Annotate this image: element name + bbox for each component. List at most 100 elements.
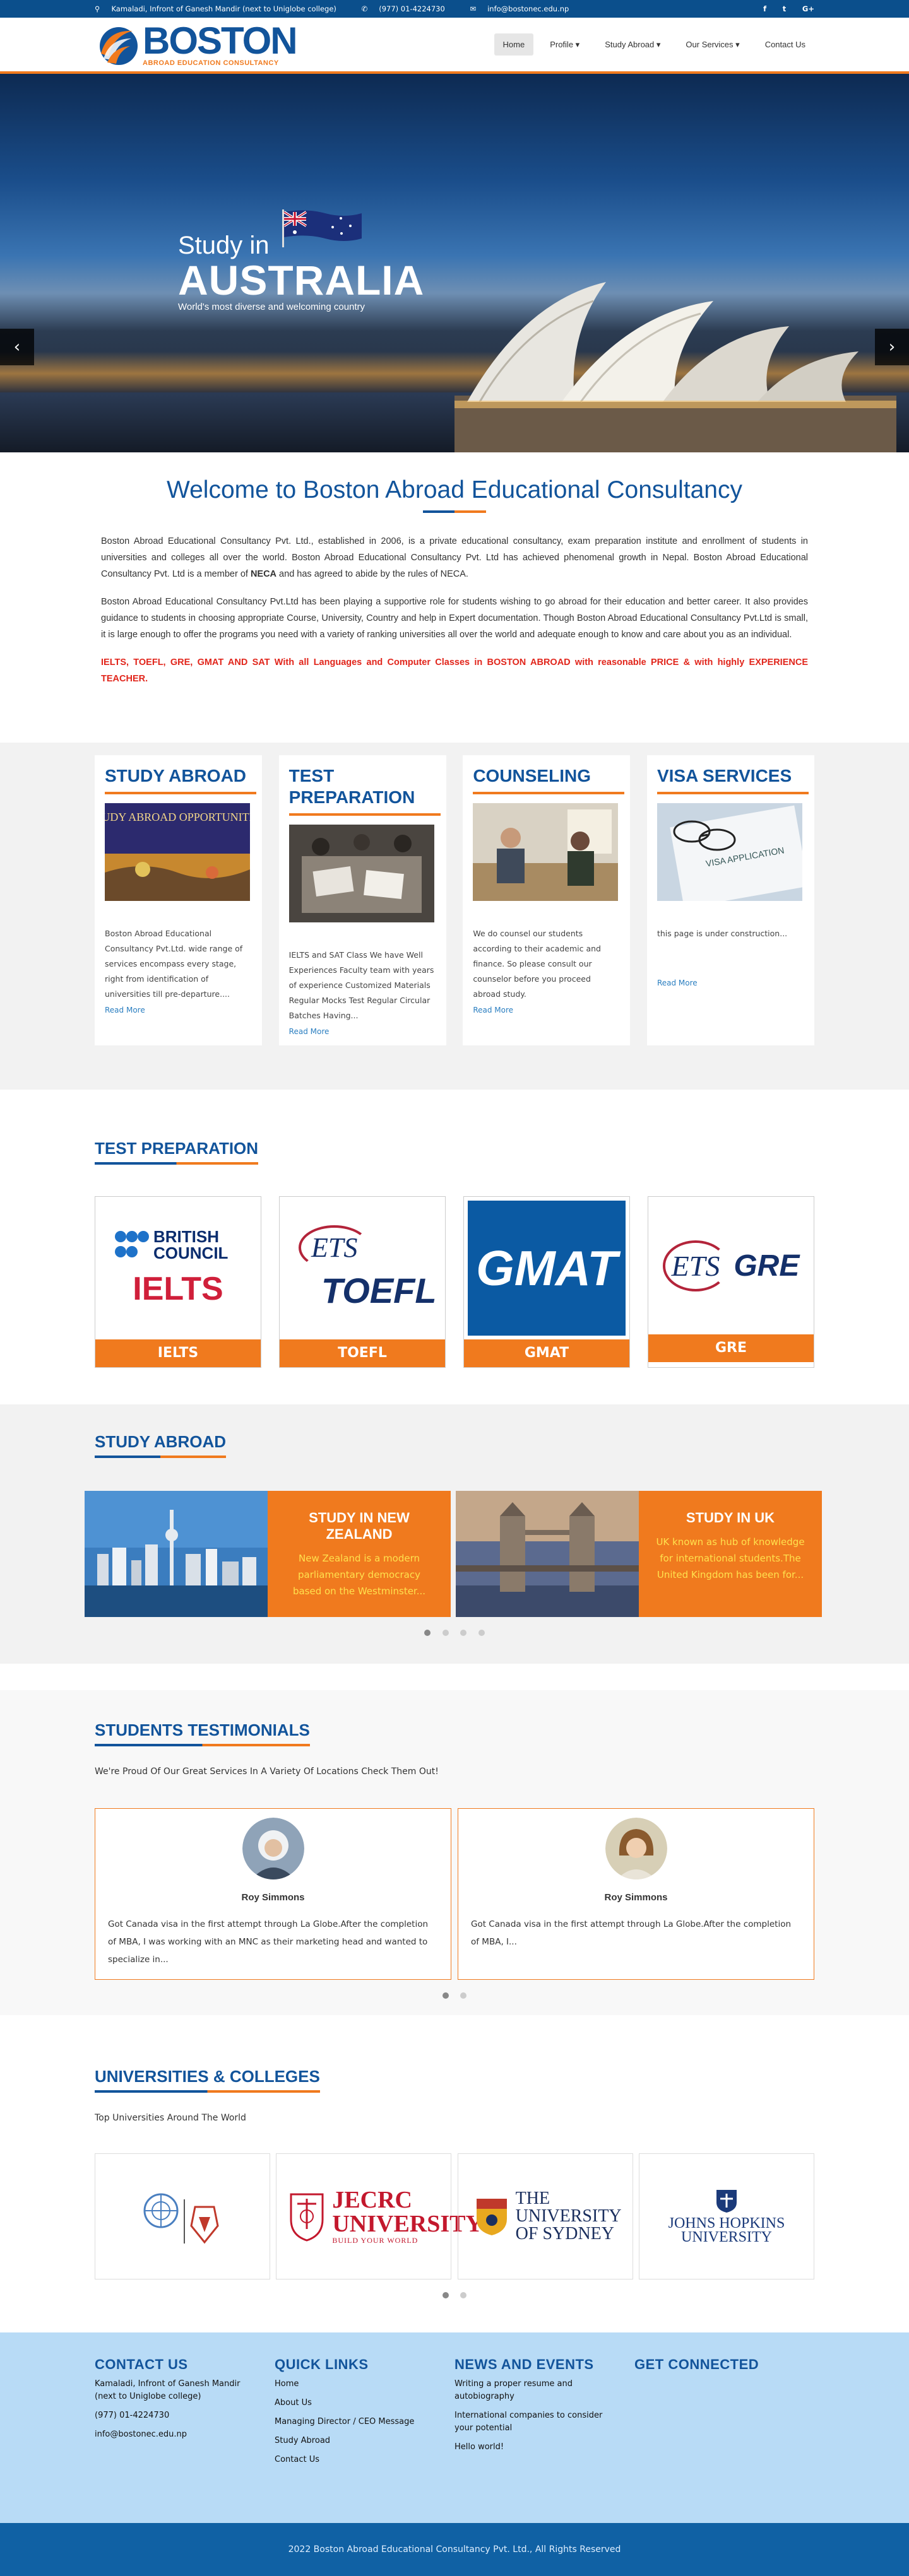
nav-our-services[interactable]: Our Services ▾ — [677, 33, 748, 56]
test-preparation-image — [288, 825, 434, 922]
news-item[interactable]: Hello world! — [454, 2441, 617, 2454]
news-item[interactable]: Writing a proper resume and autobiograph… — [454, 2378, 617, 2403]
twitter-icon[interactable]: t — [783, 4, 787, 13]
social-links: f t G+ — [749, 4, 814, 13]
avatar — [605, 1818, 667, 1879]
university-logo-johns-hopkins[interactable]: JOHNS HOPKINS UNIVERSITY — [638, 2153, 814, 2279]
test-card-gmat[interactable]: GMAT GMAT — [463, 1196, 630, 1368]
news-item[interactable]: International companies to consider your… — [454, 2409, 617, 2435]
toefl-logo-text: TOEFL — [321, 1271, 437, 1310]
gre-logo: ETS GRE — [648, 1197, 814, 1334]
country-title: STUDY IN NEW ZEALAND — [309, 1510, 410, 1542]
study-abroad-title: STUDY ABROAD — [95, 1432, 227, 1458]
welcome-title: Welcome to Boston Abroad Educational Con… — [167, 476, 742, 503]
nav-profile[interactable]: Profile ▾ — [541, 33, 588, 56]
title-divider — [423, 510, 486, 513]
opera-house-image — [454, 282, 896, 452]
site-logo[interactable]: BOSTON ABROAD EDUCATION CONSULTANCY — [95, 19, 298, 68]
footer-address: Kamaladi, Infront of Ganesh Mandir (next… — [95, 2379, 241, 2401]
footer-news-title: NEWS AND EVENTS — [454, 2356, 594, 2372]
nav-home[interactable]: Home — [494, 33, 534, 56]
email-info[interactable]: ✉ info@bostonec.edu.np — [470, 4, 580, 13]
carousel-dots — [95, 2291, 814, 2301]
phone-text: (977) 01-4224730 — [379, 4, 445, 13]
country-card-new-zealand[interactable]: STUDY IN NEW ZEALAND New Zealand is a mo… — [85, 1491, 451, 1617]
carousel-dot[interactable] — [460, 2292, 467, 2298]
counseling-image — [473, 803, 619, 901]
carousel-dot[interactable] — [442, 1992, 449, 1999]
service-text: Boston Abroad Educational Consultancy Pv… — [105, 929, 243, 999]
test-card-gre[interactable]: ETS GRE GRE — [648, 1196, 814, 1368]
welcome-paragraph-1: Boston Abroad Educational Consultancy Pv… — [101, 533, 808, 582]
service-card-test-preparation: TEST PREPARATION IELTS and SAT Class We … — [278, 755, 446, 1045]
footer-link-contact[interactable]: Contact Us — [275, 2454, 437, 2466]
logo-name: BOSTON — [143, 19, 298, 62]
university-logo-sydney[interactable]: THE UNIVERSITY OF SYDNEY — [457, 2153, 633, 2279]
nav-study-abroad[interactable]: Study Abroad ▾ — [596, 33, 669, 56]
testimonial-text: Got Canada visa in the first attempt thr… — [108, 1919, 429, 1965]
university-logo-1[interactable] — [95, 2153, 270, 2279]
test-preparation-section: TEST PREPARATION BRITISH COUNCIL IELTS I… — [0, 1090, 909, 1404]
service-card-study-abroad: STUDY ABROAD STUDY ABROAD OPPORTUNITIES … — [88, 755, 266, 1045]
slider-prev-button[interactable]: ‹ — [0, 329, 34, 365]
envelope-icon: ✉ — [470, 4, 477, 13]
footer-link-about[interactable]: About Us — [275, 2397, 437, 2409]
avatar — [242, 1818, 304, 1879]
country-text: New Zealand is a modern parliamentary de… — [292, 1553, 426, 1597]
phone-info[interactable]: ✆ (977) 01-4224730 — [362, 4, 456, 13]
carousel-dots — [95, 1991, 814, 2001]
welcome-paragraph-2: Boston Abroad Educational Consultancy Pv… — [101, 597, 808, 640]
test-card-ielts[interactable]: BRITISH COUNCIL IELTS IELTS — [95, 1196, 261, 1368]
testimonial-name: Roy Simmons — [241, 1892, 305, 1903]
read-more-link[interactable]: Read More — [289, 1027, 330, 1036]
read-more-link[interactable]: Read More — [105, 1006, 145, 1015]
university-emblem-icon — [143, 2193, 219, 2244]
email-text: info@bostonec.edu.np — [487, 4, 569, 13]
footer-link-ceo-message[interactable]: Managing Director / CEO Message — [275, 2416, 437, 2428]
test-label: TOEFL — [280, 1339, 445, 1367]
jecrc-crest-icon — [290, 2193, 324, 2242]
service-divider — [288, 813, 441, 816]
footer-link-home[interactable]: Home — [275, 2378, 437, 2391]
study-abroad-section: STUDY ABROAD STUDY IN NEW ZEALAND New Ze… — [0, 1404, 909, 1664]
welcome-highlight: IELTS, TOEFL, GRE, GMAT AND SAT With all… — [101, 657, 808, 684]
carousel-dot[interactable] — [442, 2292, 449, 2298]
footer-email[interactable]: info@bostonec.edu.np — [95, 2428, 257, 2441]
university-logo-jecrc[interactable]: JECRC UNIVERSITY BUILD YOUR WORLD — [276, 2153, 483, 2279]
nav-contact-us[interactable]: Contact Us — [756, 33, 814, 56]
carousel-dot[interactable] — [424, 1630, 431, 1636]
visa-application-image: VISA APPLICATION — [656, 803, 809, 909]
footer-contact: CONTACT US Kamaladi, Infront of Ganesh M… — [95, 2356, 275, 2473]
testimonial-name: Roy Simmons — [604, 1892, 668, 1903]
slider-next-button[interactable]: › — [875, 329, 909, 365]
british-council-text: BRITISH COUNCIL — [153, 1227, 229, 1262]
service-title: TEST PREPARATION — [288, 766, 415, 807]
carousel-dot[interactable] — [442, 1630, 449, 1636]
gmat-logo-text: GMAT — [476, 1240, 617, 1296]
footer-phone[interactable]: (977) 01-4224730 — [95, 2409, 257, 2422]
testimonials-section: STUDENTS TESTIMONIALS We're Proud Of Our… — [0, 1690, 909, 2015]
welcome-p1-end: and has agreed to abide by the rules of … — [276, 569, 468, 579]
testimonials-lead: We're Proud Of Our Great Services In A V… — [95, 1767, 439, 1777]
test-label: GMAT — [464, 1339, 629, 1367]
footer-connect: GET CONNECTED — [634, 2356, 814, 2473]
study-abroad-image: STUDY ABROAD OPPORTUNITIES — [88, 803, 266, 901]
top-bar: ⚲ Kamaladi, Infront of Ganesh Mandir (nex… — [0, 0, 909, 18]
carousel-dots — [95, 1628, 814, 1638]
footer-link-study-abroad[interactable]: Study Abroad — [275, 2435, 437, 2447]
read-more-link[interactable]: Read More — [657, 975, 698, 991]
ets-logo-text: ETS — [662, 1240, 729, 1291]
google-plus-icon[interactable]: G+ — [802, 4, 814, 13]
test-card-toefl[interactable]: ETS TOEFL TOEFL — [279, 1196, 446, 1368]
sydney-name: THE UNIVERSITY OF SYDNEY — [515, 2189, 621, 2244]
facebook-icon[interactable]: f — [763, 4, 766, 13]
hero-study-in: Study in — [178, 232, 270, 259]
map-marker-icon: ⚲ — [95, 4, 100, 13]
country-card-uk[interactable]: STUDY IN UK UK known as hub of knowledge… — [456, 1491, 822, 1617]
main-nav: Home Profile ▾ Study Abroad ▾ Our Servic… — [487, 33, 814, 56]
read-more-link[interactable]: Read More — [473, 1006, 513, 1015]
carousel-dot[interactable] — [460, 1630, 467, 1636]
carousel-dot[interactable] — [478, 1630, 485, 1636]
carousel-dot[interactable] — [460, 1992, 467, 1999]
johns-hopkins-shield-icon — [716, 2190, 737, 2213]
